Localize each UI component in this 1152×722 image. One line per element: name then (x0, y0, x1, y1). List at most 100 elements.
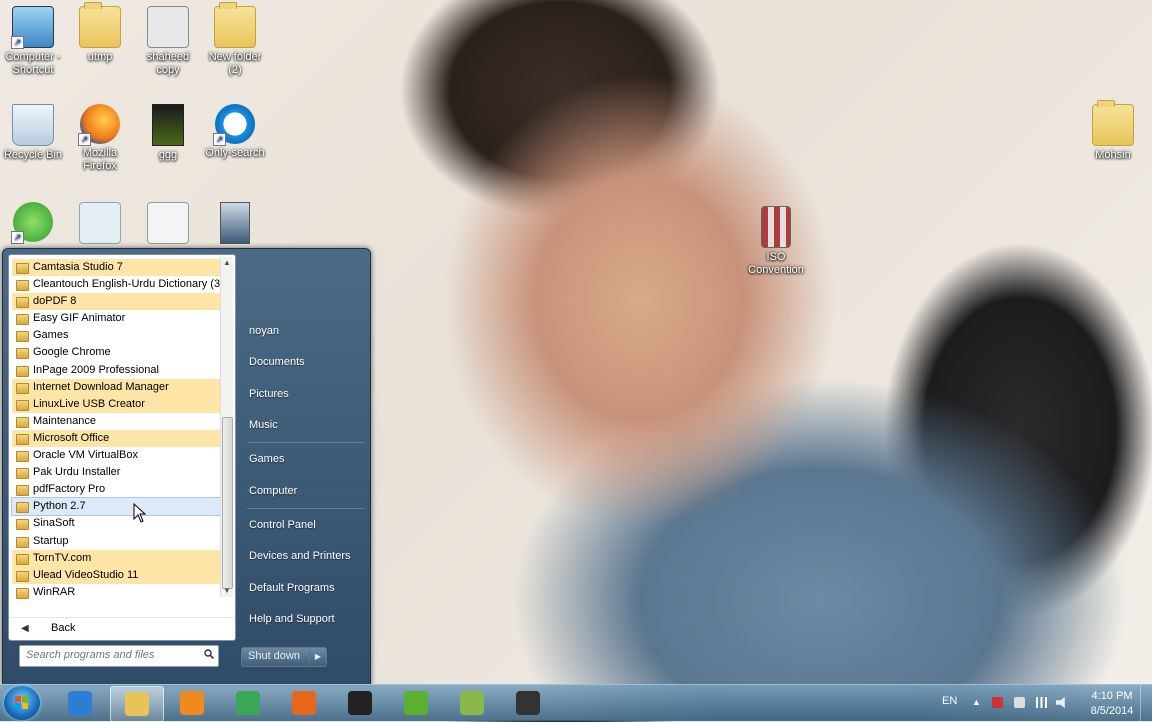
taskbar-button-firefox[interactable] (278, 686, 330, 720)
firefox-icon (78, 104, 120, 146)
program-folder-label: TornTV.com (33, 551, 92, 564)
desktop-icon-utmp[interactable]: utmp (67, 2, 133, 64)
program-folder-label: Microsoft Office (33, 431, 110, 444)
signal-icon[interactable] (1036, 697, 1047, 708)
program-folder-item[interactable]: InPage 2009 Professional (12, 362, 220, 379)
network-alert-icon[interactable] (992, 697, 1003, 708)
program-folder-label: Easy GIF Animator (33, 312, 126, 325)
desktop-icon-ggg[interactable]: ggg (135, 104, 201, 162)
folder-icon (16, 502, 29, 514)
show-hidden-icons-icon[interactable]: ▲ (972, 697, 983, 708)
taskbar-button-internet-explorer[interactable] (54, 686, 106, 720)
program-list-scrollbar[interactable]: ▲ ▼ (220, 257, 233, 597)
scroll-up-icon[interactable]: ▲ (221, 257, 233, 269)
shutdown-button[interactable]: Shut down ▶ (241, 647, 327, 667)
search-box[interactable] (19, 645, 219, 667)
start-item-music[interactable]: Music (249, 419, 278, 431)
program-folder-item[interactable]: Startup (12, 533, 220, 550)
desktop-icon-photo[interactable] (202, 202, 268, 247)
start-item-help-support[interactable]: Help and Support (249, 613, 335, 625)
desktop-icon-mozilla-firefox[interactable]: Mozilla Firefox (67, 104, 133, 173)
start-item-user[interactable]: noyan (249, 325, 279, 337)
program-folder-item[interactable]: Google Chrome (12, 344, 220, 361)
taskbar-button-utorrent[interactable] (390, 686, 442, 720)
program-folder-item[interactable]: WinRAR (12, 584, 220, 601)
taskbar-button-media-player[interactable] (166, 686, 218, 720)
language-indicator[interactable]: EN (942, 695, 957, 707)
desktop-icon-green-app[interactable] (0, 202, 66, 245)
folder-icon (1092, 100, 1134, 146)
start-button[interactable] (4, 686, 40, 720)
program-folder-item[interactable]: Cleantouch English-Urdu Dictionary (3rd (12, 276, 220, 293)
desktop-icon-mohsin[interactable]: Mohsin (1080, 100, 1146, 162)
taskbar-button-chrome[interactable] (222, 686, 274, 720)
program-folder-item[interactable]: Python 2.7 (11, 497, 221, 517)
media-player-icon (180, 691, 204, 715)
program-folder-item[interactable]: Maintenance (12, 413, 220, 430)
program-folder-label: InPage 2009 Professional (33, 363, 159, 376)
desktop-icon-label: ggg (158, 149, 178, 161)
desktop-icon-only-search[interactable]: Only-search (202, 104, 268, 160)
program-folder-item[interactable]: Microsoft Office (12, 429, 220, 448)
desktop-icon-label: utmp (87, 51, 113, 63)
scroll-down-icon[interactable]: ▼ (221, 585, 233, 597)
folder-icon (16, 570, 29, 582)
program-folder-item[interactable]: LinuxLive USB Creator (12, 395, 220, 413)
desktop-icon-label: Computer - Shortcut (5, 51, 61, 76)
desktop-icon-recycle-bin[interactable]: Recycle Bin (0, 104, 66, 162)
desktop-icon-installer[interactable] (135, 202, 201, 247)
program-folder-label: Ulead VideoStudio 11 (33, 568, 139, 581)
program-folder-item[interactable]: Ulead VideoStudio 11 (12, 566, 220, 584)
search-icon[interactable] (204, 649, 214, 659)
volume-icon[interactable] (1056, 697, 1065, 708)
shutdown-options-arrow-icon[interactable]: ▶ (309, 648, 326, 666)
start-item-computer[interactable]: Computer (249, 485, 297, 497)
program-folder-label: Google Chrome (33, 346, 111, 359)
start-item-default-programs[interactable]: Default Programs (249, 582, 335, 594)
desktop-icon-computer-shortcut[interactable]: Computer - Shortcut (0, 6, 66, 77)
taskbar-button-search-app[interactable] (334, 686, 386, 720)
start-item-games[interactable]: Games (249, 453, 284, 465)
program-folder-item[interactable]: doPDF 8 (12, 293, 220, 311)
scroll-thumb[interactable] (222, 417, 233, 589)
program-folder-label: Cleantouch English-Urdu Dictionary (3rd (33, 278, 220, 291)
program-folder-item[interactable]: Games (12, 327, 220, 344)
desktop-icon-settings-doc[interactable] (67, 202, 133, 247)
show-desktop-button[interactable] (1140, 685, 1152, 721)
start-item-pictures[interactable]: Pictures (249, 388, 289, 400)
start-item-devices-printers[interactable]: Devices and Printers (249, 550, 351, 562)
taskbar: EN ▲ 4:10 PM 8/5/2014 (0, 684, 1152, 722)
program-folder-item[interactable]: Camtasia Studio 7 (12, 259, 220, 277)
program-folder-item[interactable]: Easy GIF Animator (12, 310, 220, 327)
program-list: Camtasia Studio 7 Cleantouch English-Urdu… (11, 259, 221, 601)
folder-icon (16, 348, 29, 360)
desktop-icon-iso-convention[interactable]: ISO Convention (743, 206, 809, 277)
taskbar-button-file-explorer[interactable] (110, 686, 164, 722)
taskbar-button-video[interactable] (502, 686, 554, 720)
start-item-documents[interactable]: Documents (249, 356, 305, 368)
desktop-icon-new-folder-2[interactable]: New folder (2) (202, 2, 268, 77)
mouse-cursor-icon (133, 503, 147, 523)
clock[interactable]: 4:10 PM 8/5/2014 (1082, 689, 1142, 719)
start-item-control-panel[interactable]: Control Panel (249, 519, 316, 531)
program-folder-item[interactable]: TornTV.com (12, 549, 220, 567)
folder-icon (16, 365, 29, 377)
program-folder-item[interactable]: Pak Urdu Installer (12, 464, 220, 481)
program-folder-item[interactable]: SinaSoft (12, 515, 220, 532)
program-folder-label: Camtasia Studio 7 (33, 261, 123, 273)
desktop-icon-label: New folder (2) (208, 51, 262, 76)
program-folder-label: Maintenance (33, 414, 96, 427)
program-folder-item[interactable]: pdfFactory Pro (12, 481, 220, 498)
program-folder-item[interactable]: Internet Download Manager (12, 378, 220, 396)
maps-icon (460, 691, 484, 715)
desktop-icon-shaheed-copy[interactable]: shaheed copy (135, 6, 201, 77)
taskbar-button-maps[interactable] (446, 686, 498, 720)
desktop-icon-label: Mozilla Firefox (82, 147, 118, 172)
back-button[interactable]: ◀ Back (9, 617, 235, 640)
action-center-icon[interactable] (1014, 697, 1025, 708)
program-folder-label: Games (33, 329, 69, 342)
program-folder-item[interactable]: Oracle VM VirtualBox (12, 447, 220, 464)
folder-icon (16, 519, 29, 531)
search-input[interactable] (20, 646, 196, 664)
program-folder-label: Oracle VM VirtualBox (33, 449, 138, 462)
